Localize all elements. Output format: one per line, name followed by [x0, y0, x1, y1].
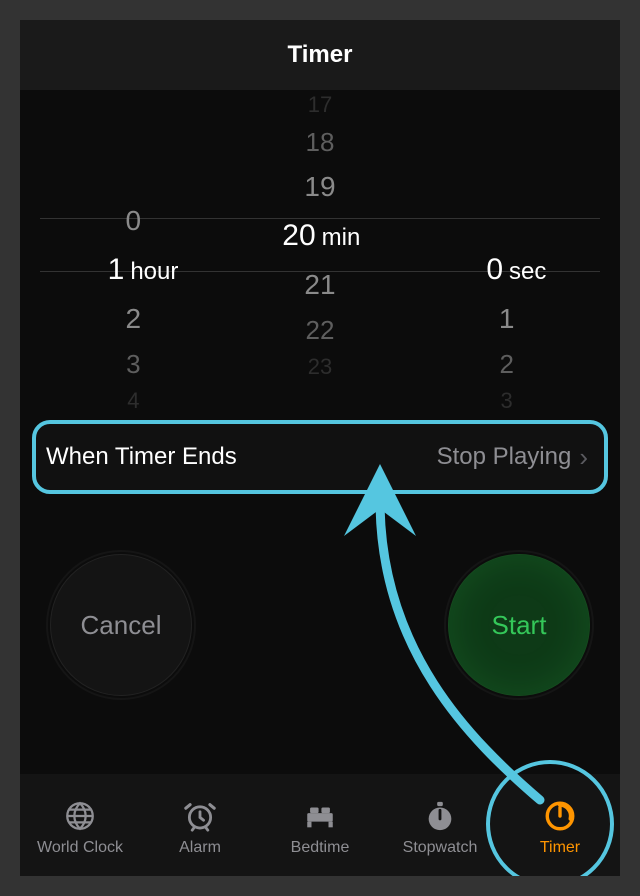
time-picker[interactable]: 0 1hour 2 3 4 17 18 19 20min 21 22 23	[20, 90, 620, 400]
picker-value: 18	[306, 120, 335, 164]
navbar: Timer	[20, 20, 620, 90]
picker-value: 17	[308, 90, 332, 120]
picker-value: 23	[308, 352, 332, 382]
timer-icon	[543, 799, 577, 833]
when-timer-ends-label: When Timer Ends	[46, 443, 237, 471]
picker-value: 2	[126, 296, 142, 342]
picker-value: 22	[306, 308, 335, 352]
picker-value: 3	[501, 386, 513, 416]
stopwatch-icon	[423, 799, 457, 833]
tab-label: Stopwatch	[403, 839, 478, 857]
picker-value: 3	[126, 342, 140, 386]
chevron-right-icon: ›	[579, 442, 588, 473]
tab-label: World Clock	[37, 839, 123, 857]
when-timer-ends-value: Stop Playing	[437, 443, 572, 471]
globe-icon	[63, 799, 97, 833]
hours-column[interactable]: 0 1hour 2 3 4	[40, 90, 227, 400]
when-timer-ends-row[interactable]: When Timer Ends Stop Playing ›	[32, 420, 608, 494]
minutes-unit: min	[322, 212, 361, 264]
picker-selected-sec: 0	[467, 244, 503, 296]
seconds-unit: sec	[509, 246, 546, 298]
tab-stopwatch[interactable]: Stopwatch	[380, 799, 500, 857]
picker-selected-hour: 1	[88, 244, 124, 296]
page-title: Timer	[288, 41, 353, 69]
tab-bar: World Clock Alarm Bedtime Stopwatch Time…	[20, 774, 620, 876]
seconds-column[interactable]: 0sec 1 2 3	[413, 90, 600, 400]
start-button[interactable]: Start	[448, 554, 590, 696]
minutes-column[interactable]: 17 18 19 20min 21 22 23	[227, 90, 414, 400]
button-row: Cancel Start	[20, 494, 620, 696]
picker-value: 1	[499, 296, 515, 342]
tab-timer[interactable]: Timer	[500, 799, 620, 857]
picker-value: 0	[126, 198, 142, 244]
alarm-icon	[183, 799, 217, 833]
picker-value: 4	[127, 386, 139, 416]
timer-screen: Timer 0 1hour 2 3 4 17 18 19 20min 21 22	[20, 20, 620, 876]
hours-unit: hour	[130, 246, 178, 298]
tab-label: Timer	[540, 839, 580, 857]
tab-bedtime[interactable]: Bedtime	[260, 799, 380, 857]
tab-label: Bedtime	[291, 839, 350, 857]
bed-icon	[303, 799, 337, 833]
tab-world-clock[interactable]: World Clock	[20, 799, 140, 857]
picker-selected-min: 20	[280, 210, 316, 262]
picker-value: 19	[304, 164, 335, 210]
tab-alarm[interactable]: Alarm	[140, 799, 260, 857]
tab-label: Alarm	[179, 839, 221, 857]
picker-value: 2	[499, 342, 513, 386]
cancel-button-label: Cancel	[81, 610, 162, 641]
cancel-button[interactable]: Cancel	[50, 554, 192, 696]
picker-value: 21	[304, 262, 335, 308]
start-button-label: Start	[492, 610, 547, 641]
